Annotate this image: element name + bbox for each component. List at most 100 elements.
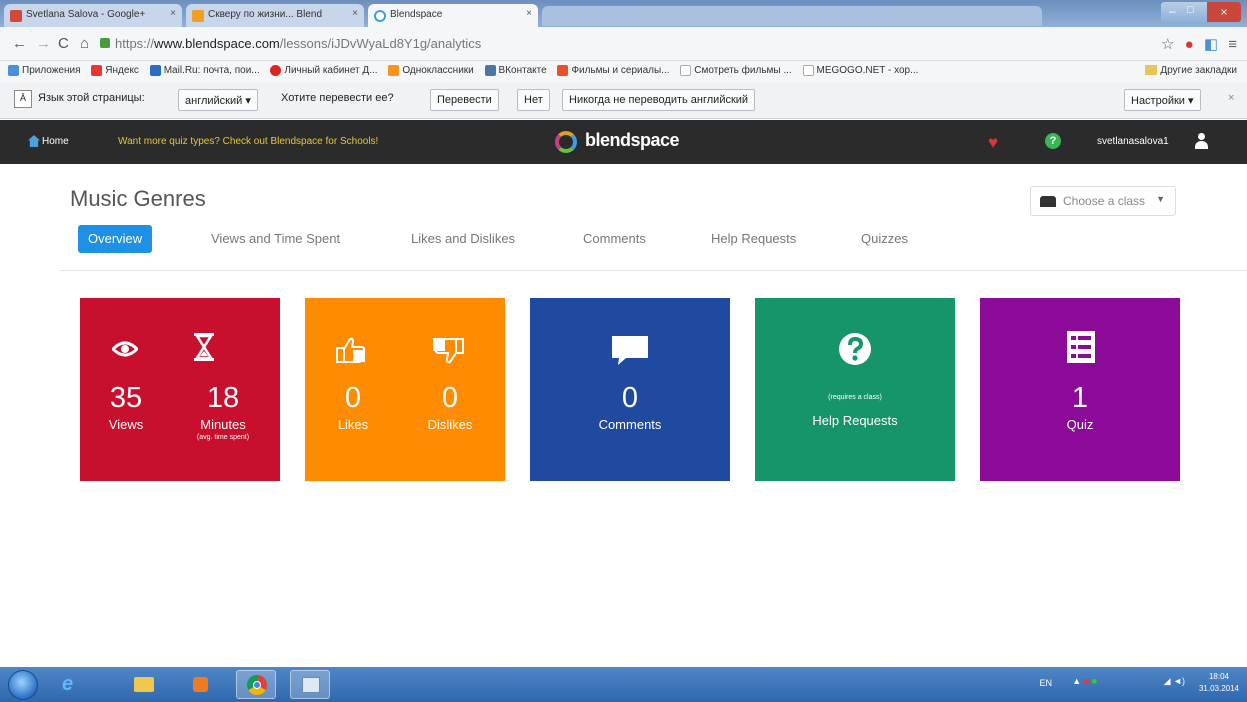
promo-link[interactable]: Want more quiz types? Check out Blendspa… — [118, 136, 378, 147]
window-controls[interactable]: – □ × — [1161, 2, 1241, 22]
close-window-icon[interactable]: × — [1207, 2, 1241, 22]
quiz-count: 1 — [1071, 382, 1089, 414]
help-requests-note: (requires a class) — [828, 394, 882, 401]
translate-bar: Ā Язык этой страницы: английский ▾ Хотит… — [0, 83, 1247, 119]
bookmark-label: Одноклассники — [402, 65, 474, 77]
browser-toolbar-icons: ☆ ● ◧ ≡ — [1161, 35, 1237, 53]
url-path: /lessons/iJDvWyaLd8Y1g/analytics — [279, 36, 482, 51]
forward-icon[interactable]: → — [36, 35, 51, 52]
bookmark-label: Mail.Ru: почта, пои... — [163, 65, 260, 77]
bookmark-label: Другие закладки — [1160, 65, 1237, 76]
no-button[interactable]: Нет — [517, 89, 550, 111]
browser-tab-strip: Svetlana Salova - Google+ × Скверу по жи… — [0, 0, 1247, 27]
tab-comments[interactable]: Comments — [583, 225, 646, 253]
start-button-icon[interactable] — [8, 670, 38, 700]
quiz-card: 1 Quiz — [980, 298, 1180, 481]
bookmark-watch[interactable]: Смотреть фильмы ... — [680, 65, 792, 76]
minutes-label: Minutes — [200, 417, 246, 432]
browser-tab[interactable]: Svetlana Salova - Google+ × — [4, 4, 182, 27]
translate-settings-button[interactable]: Настройки ▾ — [1124, 89, 1201, 111]
address-bar-row: ← → C ⌂ https://www.blendspace.com/lesso… — [0, 27, 1247, 61]
url-field[interactable]: https://www.blendspace.com/lessons/iJDvW… — [100, 33, 1110, 55]
help-requests-label: Help Requests — [812, 413, 898, 428]
tab-quizzes[interactable]: Quizzes — [861, 225, 908, 253]
bookmark-apps[interactable]: Приложения — [8, 65, 81, 76]
help-icon[interactable]: ? — [1045, 133, 1061, 149]
tab-help-requests[interactable]: Help Requests — [711, 225, 796, 253]
new-tab-area[interactable] — [542, 6, 1042, 26]
home-link[interactable]: Home — [42, 136, 69, 147]
settings-label: Настройки — [1131, 95, 1185, 107]
bookmark-mailru[interactable]: Mail.Ru: почта, пои... — [149, 65, 260, 77]
folder-icon — [1145, 65, 1158, 76]
question-icon — [839, 333, 871, 365]
home-icon[interactable] — [28, 135, 40, 147]
explorer-taskbar-icon[interactable] — [124, 670, 164, 699]
browser-tab-title: Blendspace — [390, 9, 443, 20]
tab-likes-dislikes[interactable]: Likes and Dislikes — [411, 225, 515, 253]
media-taskbar-icon[interactable] — [180, 670, 220, 699]
views-card: 35 Views 18 Minutes (avg. time spent) — [80, 298, 280, 481]
tab-overview[interactable]: Overview — [78, 225, 153, 253]
browser-tab-active[interactable]: Blendspace × — [368, 4, 538, 27]
comments-count: 0 — [621, 382, 639, 414]
star-icon[interactable]: ☆ — [1161, 36, 1174, 53]
tab-views-time[interactable]: Views and Time Spent — [211, 225, 340, 253]
translate-button[interactable]: Перевести — [430, 89, 499, 111]
thumbs-down-icon — [433, 338, 464, 364]
bookmark-label: Яндекс — [105, 65, 139, 77]
vk-icon — [484, 65, 496, 76]
language-indicator[interactable]: EN — [1039, 678, 1052, 688]
likes-count: 0 — [344, 382, 362, 414]
page-title: Music Genres — [70, 186, 206, 211]
bookmark-yandex[interactable]: Яндекс — [91, 65, 139, 76]
bookmark-vk[interactable]: ВКонтакте — [484, 65, 547, 76]
close-tab-icon[interactable]: × — [526, 8, 532, 19]
back-icon[interactable]: ← — [12, 35, 27, 52]
comments-label: Comments — [598, 417, 662, 432]
film-icon — [557, 65, 569, 76]
user-icon[interactable] — [1194, 133, 1208, 149]
translate-icon[interactable]: ◧ — [1204, 36, 1218, 53]
network-status-icon[interactable]: ▲ ■ ■ — [1072, 676, 1097, 686]
list-icon — [1067, 331, 1095, 363]
bookmark-other[interactable]: Другие закладки — [1145, 65, 1237, 76]
reload-icon[interactable]: C — [58, 35, 69, 52]
bookmark-ok[interactable]: Одноклассники — [388, 65, 474, 77]
ie-taskbar-icon[interactable]: e — [52, 670, 92, 699]
divider — [60, 270, 1247, 271]
classroom-icon — [1040, 196, 1056, 207]
bookmark-cabinet[interactable]: Личный кабинет Д... — [270, 65, 378, 76]
minimize-icon[interactable]: – — [1169, 4, 1176, 18]
eye-icon — [112, 341, 138, 357]
never-translate-button[interactable]: Никогда не переводить английский — [562, 89, 756, 111]
chrome-taskbar-icon[interactable] — [236, 670, 276, 699]
maximize-icon[interactable]: □ — [1187, 4, 1194, 16]
close-icon[interactable]: × — [1228, 92, 1234, 104]
paint-taskbar-icon[interactable] — [290, 670, 330, 699]
brand-name: blendspace — [585, 130, 680, 150]
record-icon — [270, 65, 282, 76]
clock[interactable]: 18:04 31.03.2014 — [1199, 671, 1239, 695]
adblock-icon[interactable]: ● — [1185, 36, 1194, 53]
page-icon — [680, 65, 692, 76]
close-tab-icon[interactable]: × — [352, 8, 358, 19]
odnoklassniki-icon — [388, 65, 400, 76]
thumbs-up-icon — [336, 337, 366, 363]
volume-icon[interactable]: ◢ ◄) — [1164, 676, 1185, 687]
browser-tab[interactable]: Скверу по жизни... Blend × — [186, 4, 364, 27]
home-icon[interactable]: ⌂ — [80, 35, 89, 52]
menu-icon[interactable]: ≡ — [1228, 36, 1237, 53]
dislikes-label: Dislikes — [427, 417, 473, 432]
close-tab-icon[interactable]: × — [170, 8, 176, 19]
bookmark-label: Фильмы и сериалы... — [571, 65, 670, 77]
page-icon — [192, 10, 204, 22]
bookmark-films[interactable]: Фильмы и сериалы... — [557, 65, 670, 77]
bookmark-megogo[interactable]: MEGOGO.NET - хор... — [802, 65, 918, 76]
likes-card: 0 Likes 0 Dislikes — [305, 298, 505, 481]
username[interactable]: svetlanasalova1 — [1097, 136, 1169, 147]
heart-icon[interactable]: ♥ — [988, 133, 998, 153]
class-select[interactable]: Choose a class ▼ — [1030, 186, 1176, 216]
analytics-tabs: Overview Views and Time Spent Likes and … — [78, 225, 978, 255]
language-select[interactable]: английский ▾ — [178, 89, 258, 111]
